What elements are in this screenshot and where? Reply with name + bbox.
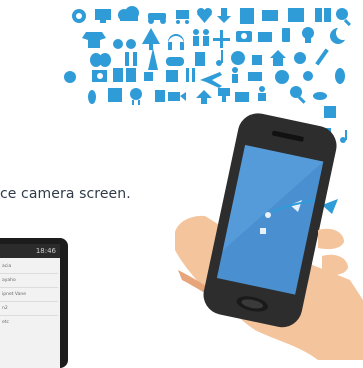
mail-icon	[258, 32, 272, 42]
coffee-icon	[252, 55, 262, 65]
building-icon	[240, 8, 254, 24]
mini-list-item: acia	[2, 264, 12, 269]
lightbulb-icon	[302, 27, 314, 43]
search-icon	[336, 8, 351, 27]
book-icon	[315, 8, 331, 22]
camera-screen-caption: ce camera screen.	[0, 186, 131, 202]
fork-knife-icon	[186, 68, 195, 82]
radio-icon	[92, 70, 107, 82]
info-icon	[166, 70, 178, 82]
mini-list-item: ipnet Vane	[2, 292, 27, 297]
car-icon	[148, 13, 166, 24]
music-note-icon	[216, 50, 223, 66]
skier-icon	[232, 67, 238, 83]
pencil-icon	[315, 48, 329, 66]
tree-icon	[142, 28, 160, 50]
remote-icon	[125, 52, 137, 66]
tower-icon	[148, 48, 158, 70]
mini-list-item: ayaho	[2, 278, 16, 283]
download-icon	[217, 8, 231, 23]
speaker-icon	[113, 68, 136, 82]
home-icon	[270, 50, 286, 66]
heart-icon	[197, 8, 212, 23]
upload-icon	[196, 90, 212, 104]
mail-open-icon	[235, 92, 249, 102]
hand-holding-phone	[175, 113, 363, 360]
rain-icon	[130, 88, 142, 105]
plant-icon	[88, 90, 96, 104]
bird-icon	[313, 92, 327, 100]
club-icon	[303, 71, 313, 81]
camera-icon	[236, 31, 252, 42]
music-icon	[340, 130, 347, 143]
phone-icon	[282, 28, 290, 42]
bicycle-icon	[113, 39, 136, 49]
mini-screen: acia ayaho ipnet Vane n2 etc	[0, 258, 60, 368]
headphones-icon	[168, 34, 184, 50]
snowflake-icon	[213, 30, 230, 48]
gear-icon	[72, 9, 86, 23]
ball-icon	[64, 71, 76, 83]
power-icon	[275, 70, 289, 84]
game-controller-icon	[166, 57, 184, 66]
shirt-icon	[82, 32, 106, 48]
plane-icon	[200, 72, 222, 88]
cart-icon	[176, 10, 189, 24]
film-icon	[108, 88, 122, 102]
magnifier-icon	[290, 86, 306, 104]
sun-icon	[294, 52, 306, 64]
trophy-icon	[218, 88, 230, 102]
user-icon	[258, 86, 266, 101]
bus-icon	[195, 52, 205, 66]
moon-icon	[330, 26, 350, 44]
globe-icon	[231, 51, 245, 65]
cloud-icon	[118, 6, 139, 21]
cup-icon	[144, 72, 153, 81]
mini-status-bar: 18:46	[0, 244, 60, 258]
people-icon	[193, 29, 209, 46]
monitor-icon	[262, 10, 278, 21]
battery-icon	[248, 72, 262, 81]
leaf-icon	[335, 68, 345, 84]
picture-icon	[288, 8, 304, 22]
video-camera-icon	[168, 92, 186, 101]
butterfly-icon	[90, 53, 111, 67]
mini-list-item: n2	[2, 306, 8, 311]
mini-list-item: etc	[2, 320, 10, 325]
hand-icon	[155, 90, 165, 102]
tv-icon	[95, 9, 111, 23]
map-icon	[324, 106, 336, 118]
mini-phone-screenshot: 18:46 acia ayaho ipnet Vane n2 etc	[0, 238, 68, 368]
